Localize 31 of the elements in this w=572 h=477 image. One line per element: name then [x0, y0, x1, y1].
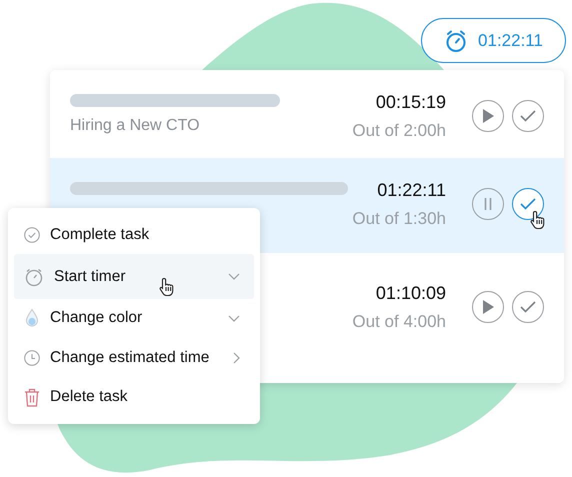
chevron-down-icon [228, 273, 240, 280]
play-icon [482, 300, 494, 314]
play-button[interactable] [472, 100, 504, 132]
task-row[interactable]: Hiring a New CTO 00:15:19 Out of 2:00h [50, 70, 564, 158]
check-icon [520, 110, 536, 122]
hand-cursor-icon [528, 210, 546, 231]
check-icon [520, 198, 536, 210]
chevron-down-icon [228, 314, 240, 322]
trash-icon [24, 388, 40, 407]
stopwatch-icon [444, 28, 468, 52]
check-circle-icon [24, 226, 40, 243]
estimate-text: Out of 1:30h [352, 209, 446, 229]
pause-icon [483, 198, 493, 210]
drop-icon [24, 308, 40, 328]
play-button[interactable] [472, 291, 504, 323]
complete-button[interactable] [512, 188, 544, 220]
elapsed-time: 01:22:11 [377, 180, 446, 201]
menu-item[interactable]: Start timer [14, 254, 254, 299]
estimate-text: Out of 4:00h [352, 312, 446, 332]
clock-icon [24, 350, 40, 366]
pause-button[interactable] [472, 188, 504, 220]
elapsed-time: 00:15:19 [376, 92, 446, 113]
task-name: Hiring a New CTO [70, 117, 201, 135]
chevron-right-icon [233, 352, 240, 364]
hand-cursor-icon [157, 277, 175, 298]
play-icon [482, 109, 494, 123]
check-icon [520, 301, 536, 313]
stopwatch-icon [24, 266, 44, 287]
estimate-text: Out of 2:00h [352, 121, 446, 141]
timer-value: 01:22:11 [478, 30, 543, 50]
elapsed-time: 01:10:09 [376, 283, 446, 304]
